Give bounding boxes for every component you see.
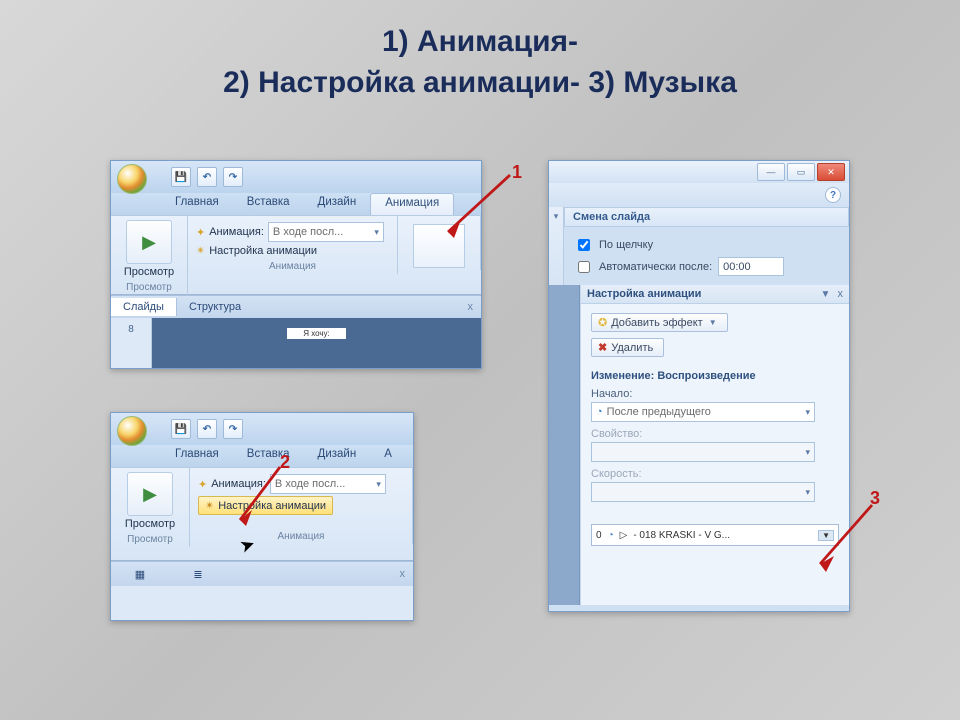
- save-icon[interactable]: 💾: [171, 419, 191, 439]
- tab-design[interactable]: Дизайн: [304, 193, 371, 215]
- speed-dropdown: [591, 482, 815, 502]
- speed-label: Скорость:: [591, 468, 839, 480]
- task-pane-title: Настройка анимации: [587, 288, 701, 300]
- office-orb-icon[interactable]: [117, 416, 147, 446]
- tab-structure[interactable]: Структура: [177, 298, 253, 316]
- redo-icon[interactable]: ↷: [223, 167, 243, 187]
- close-pane-icon[interactable]: x: [400, 568, 414, 580]
- tab-home[interactable]: Главная: [161, 445, 233, 467]
- tab-animation[interactable]: Анимация: [370, 193, 454, 215]
- panel-3: — ▭ ✕ ? ▾ Смена слайда По щелчку Автомат…: [548, 160, 850, 612]
- view-thumb-icon[interactable]: ▦: [111, 565, 169, 584]
- close-button[interactable]: ✕: [817, 163, 845, 181]
- preview-button[interactable]: ▶: [127, 472, 173, 516]
- minimize-button[interactable]: —: [757, 163, 785, 181]
- preview-label: Просмотр: [119, 266, 179, 278]
- pane-close-icon[interactable]: x: [838, 288, 844, 300]
- animation-list-item[interactable]: 0 ◔ ▷ - 018 KRASKI - V G... ▼: [591, 524, 839, 546]
- custom-animation-label: Настройка анимации: [218, 500, 326, 512]
- undo-icon[interactable]: ↶: [197, 419, 217, 439]
- property-dropdown: [591, 442, 815, 462]
- undo-icon[interactable]: ↶: [197, 167, 217, 187]
- quick-access-toolbar: 💾 ↶ ↷: [111, 161, 481, 193]
- window-titlebar: — ▭ ✕: [549, 161, 849, 183]
- slide-number: 8: [111, 318, 152, 368]
- remove-effect-button[interactable]: ✖ Удалить: [591, 338, 664, 357]
- star-icon: ✦: [198, 478, 207, 491]
- tab-insert[interactable]: Вставка: [233, 193, 304, 215]
- start-dropdown[interactable]: ◔ После предыдущего: [591, 402, 815, 422]
- star-icon: ✦: [196, 226, 205, 239]
- transition-thumbnail[interactable]: [413, 224, 465, 268]
- start-label: Начало:: [591, 388, 839, 400]
- animation-group-label: Анимация: [196, 261, 389, 272]
- ribbon: ▶ Просмотр Просмотр ✦ Анимация: В ходе п…: [111, 215, 481, 295]
- annotation-3: 3: [870, 488, 880, 509]
- collapse-handle[interactable]: ▾: [549, 207, 564, 285]
- animation-label: Анимация:: [211, 478, 266, 490]
- property-label: Свойство:: [591, 428, 839, 440]
- redo-icon[interactable]: ↷: [223, 419, 243, 439]
- gear-star-icon: ✴: [196, 244, 205, 257]
- custom-animation-button-highlighted[interactable]: ✴ Настройка анимации: [198, 496, 333, 515]
- save-icon[interactable]: 💾: [171, 167, 191, 187]
- slide-thumbnail-text: Я хочу:: [287, 328, 346, 339]
- auto-after-label: Автоматически после:: [599, 261, 712, 273]
- start-value: После предыдущего: [607, 406, 711, 418]
- close-pane-icon[interactable]: x: [468, 301, 482, 313]
- preview-label: Просмотр: [119, 518, 181, 530]
- panel-2: 💾 ↶ ↷ Главная Вставка Дизайн А ▶ Просмот…: [110, 412, 414, 621]
- animation-label: Анимация:: [209, 226, 264, 238]
- animation-group-label: Анимация: [198, 531, 404, 542]
- chevron-down-icon: ▼: [709, 318, 717, 327]
- on-click-label: По щелчку: [599, 239, 653, 251]
- on-click-checkbox[interactable]: По щелчку: [574, 236, 839, 254]
- add-effect-button[interactable]: ✪ Добавить эффект ▼: [591, 313, 728, 332]
- clock-icon: ◔: [596, 406, 603, 418]
- auto-after-checkbox[interactable]: Автоматически после: 00:00: [574, 257, 839, 276]
- media-name: - 018 KRASKI - V G...: [633, 530, 812, 541]
- preview-group-label: Просмотр: [119, 534, 181, 545]
- annotation-1: 1: [512, 162, 522, 183]
- remove-label: Удалить: [611, 342, 653, 354]
- vertical-scrollbar[interactable]: [549, 285, 580, 605]
- slide-pane-tabs: Слайды Структура x: [111, 295, 481, 318]
- maximize-button[interactable]: ▭: [787, 163, 815, 181]
- preview-button[interactable]: ▶: [126, 220, 172, 264]
- add-effect-label: Добавить эффект: [611, 317, 702, 329]
- custom-animation-button[interactable]: Настройка анимации: [209, 245, 317, 257]
- annotation-2: 2: [280, 452, 290, 473]
- tab-home[interactable]: Главная: [161, 193, 233, 215]
- panel-1: 💾 ↶ ↷ Главная Вставка Дизайн Анимация ▶ …: [110, 160, 482, 369]
- media-index: 0: [596, 530, 602, 541]
- delete-x-icon: ✖: [598, 341, 607, 354]
- transition-header: Смена слайда: [564, 207, 849, 227]
- play-triangle-icon: ▷: [620, 530, 628, 541]
- star-add-icon: ✪: [598, 316, 607, 329]
- tab-slides[interactable]: Слайды: [111, 298, 177, 316]
- tab-design[interactable]: Дизайн: [304, 445, 371, 467]
- office-orb-icon[interactable]: [117, 164, 147, 194]
- gear-star-icon: ✴: [205, 499, 214, 512]
- preview-group-label: Просмотр: [119, 282, 179, 293]
- help-icon[interactable]: ?: [825, 187, 841, 203]
- play-icon: ▶: [143, 484, 157, 505]
- auto-after-value[interactable]: 00:00: [718, 257, 784, 276]
- chevron-down-icon: ▼: [818, 530, 834, 541]
- play-icon: ▶: [142, 232, 156, 253]
- tab-insert[interactable]: Вставка: [233, 445, 304, 467]
- view-outline-icon[interactable]: ≣: [169, 565, 227, 584]
- animation-dropdown[interactable]: В ходе посл...: [268, 222, 384, 242]
- page-title: 1) Анимация- 2) Настройка анимации- 3) М…: [0, 0, 960, 103]
- clock-icon: ◔: [608, 530, 614, 541]
- ribbon-tabs: Главная Вставка Дизайн Анимация: [111, 193, 481, 215]
- animation-dropdown[interactable]: В ходе посл...: [270, 474, 386, 494]
- pane-menu-icon[interactable]: ▼: [821, 289, 831, 300]
- tab-animation-short[interactable]: А: [370, 445, 406, 467]
- change-section-header: Изменение: Воспроизведение: [591, 370, 839, 382]
